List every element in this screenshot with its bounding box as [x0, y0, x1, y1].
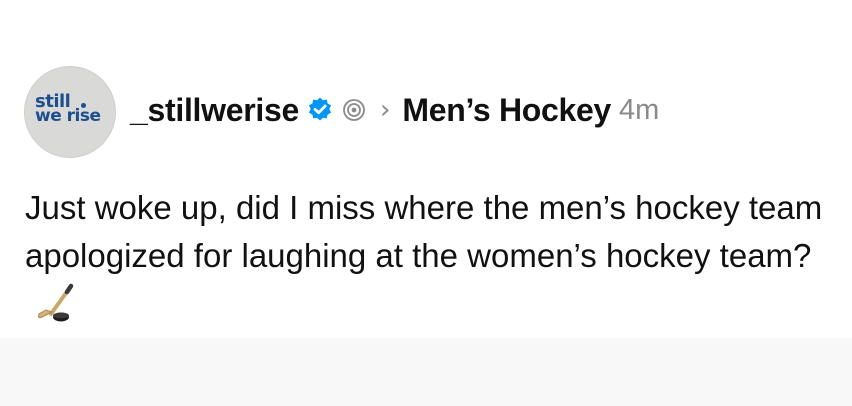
- post-card: still we rise _stillwerise › Men’s Hocke…: [0, 0, 852, 338]
- footer-area: [0, 338, 852, 406]
- chevron-right-icon: ›: [379, 95, 391, 125]
- threads-tag-icon: [342, 98, 366, 122]
- post-header: _stillwerise › Men’s Hockey 4m: [130, 88, 659, 132]
- avatar-logo-text: still we rise: [35, 92, 101, 127]
- avatar-line-2: we rise: [35, 106, 101, 127]
- post-text: Just woke up, did I miss where the men’s…: [25, 189, 823, 274]
- post-body: Just woke up, did I miss where the men’s…: [25, 184, 840, 328]
- ice-hockey-stick-emoji: [31, 283, 81, 323]
- post-timestamp: 4m: [619, 93, 660, 126]
- username[interactable]: _stillwerise: [130, 92, 299, 129]
- verified-badge-icon: [306, 96, 334, 124]
- community-link[interactable]: Men’s Hockey: [402, 92, 611, 129]
- avatar[interactable]: still we rise: [24, 66, 116, 158]
